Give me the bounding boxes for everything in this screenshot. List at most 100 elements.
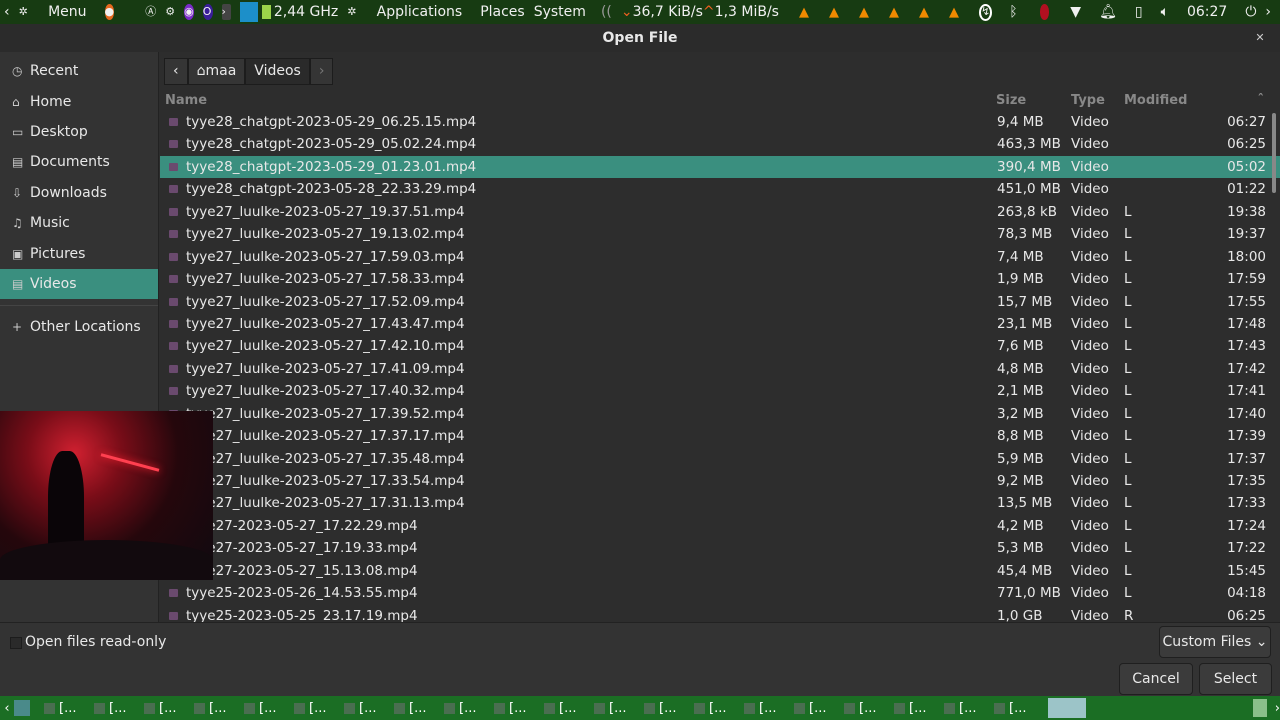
column-name[interactable]: Name xyxy=(165,93,207,108)
taskbar-window-button[interactable]: [... xyxy=(838,701,888,716)
file-list[interactable]: Name Size Type Modified ˆ tyye28_chatgpt… xyxy=(160,90,1280,622)
firefox-icon[interactable]: ● xyxy=(104,4,115,20)
sidebar-item-downloads[interactable]: ⇩ Downloads xyxy=(0,178,158,208)
taskbar-window-button[interactable]: [... xyxy=(288,701,338,716)
file-row[interactable]: tyye27_luulke-2023-05-27_17.39.52.mp4 3,… xyxy=(160,403,1280,425)
taskbar-window-button[interactable]: [... xyxy=(88,701,138,716)
file-row[interactable]: tyye28_chatgpt-2023-05-29_05.02.24.mp4 4… xyxy=(160,133,1280,155)
taskbar-window-button[interactable]: [... xyxy=(538,701,588,716)
file-row[interactable]: tyye28_chatgpt-2023-05-28_22.33.29.mp4 4… xyxy=(160,178,1280,200)
taskbar-window-button[interactable]: [... xyxy=(688,701,738,716)
taskbar-window-button[interactable]: [... xyxy=(438,701,488,716)
select-button[interactable]: Select xyxy=(1199,663,1272,695)
file-row[interactable]: tyye27_luulke-2023-05-27_19.37.51.mp4 26… xyxy=(160,201,1280,223)
file-row[interactable]: tyye27-2023-05-27_17.22.29.mp4 4,2 MB Vi… xyxy=(160,515,1280,537)
sidebar-item-videos[interactable]: ▤ Videos xyxy=(0,268,158,300)
scrollbar[interactable] xyxy=(1272,113,1276,193)
vlc-icon[interactable]: ▲ xyxy=(799,5,809,20)
file-row[interactable]: tyye27_luulke-2023-05-27_17.52.09.mp4 15… xyxy=(160,291,1280,313)
cancel-button[interactable]: Cancel xyxy=(1119,663,1193,695)
record-icon[interactable] xyxy=(1039,4,1050,20)
path-back-button[interactable]: ‹ xyxy=(164,58,188,85)
menu-button[interactable]: ✲ Menu xyxy=(19,4,96,20)
sidebar-item-music[interactable]: ♫ Music xyxy=(0,208,158,238)
taskbar-right-arrow[interactable]: › xyxy=(1275,701,1280,716)
readonly-label[interactable]: Open files read-only xyxy=(25,634,166,650)
xkill-icon[interactable]: ↯ xyxy=(978,3,993,21)
panel-right-arrow[interactable]: › xyxy=(1265,4,1271,20)
clock[interactable]: 06:27 xyxy=(1187,4,1227,20)
file-row[interactable]: tyye27_luulke-2023-05-27_17.37.17.mp4 8,… xyxy=(160,425,1280,447)
notification-icon[interactable]: 🔔︎ xyxy=(1099,4,1117,20)
system-monitor-graph[interactable] xyxy=(240,2,259,22)
file-row[interactable]: tyye27_luulke-2023-05-27_17.43.47.mp4 23… xyxy=(160,313,1280,335)
taskbar-window-button[interactable]: [... xyxy=(588,701,638,716)
active-window-button[interactable] xyxy=(1048,698,1086,718)
file-filter-dropdown[interactable]: Custom Files ⌄ xyxy=(1159,626,1271,658)
taskbar-window-button[interactable]: [... xyxy=(938,701,988,716)
file-row[interactable]: tyye25-2023-05-25_23.17.19.mp4 1,0 GB Vi… xyxy=(160,605,1280,622)
file-row[interactable]: tyye28_chatgpt-2023-05-29_01.23.01.mp4 3… xyxy=(160,155,1280,179)
settings-icon[interactable]: ⚙ xyxy=(165,4,175,20)
file-row[interactable]: tyye27-2023-05-27_15.13.08.mp4 45,4 MB V… xyxy=(160,560,1280,582)
podcast-icon[interactable]: ◉ xyxy=(184,4,194,20)
show-desktop-icon[interactable] xyxy=(14,700,30,716)
opera-icon[interactable]: O xyxy=(202,4,213,20)
file-row[interactable]: tyye27-2023-05-27_17.19.33.mp4 5,3 MB Vi… xyxy=(160,537,1280,559)
path-videos-button[interactable]: Videos xyxy=(245,58,310,85)
file-row[interactable]: tyye27_luulke-2023-05-27_17.59.03.mp4 7,… xyxy=(160,246,1280,268)
power-icon[interactable]: ⏻ xyxy=(1245,4,1256,20)
file-row[interactable]: tyye27_luulke-2023-05-27_17.35.48.mp4 5,… xyxy=(160,448,1280,470)
panel-left-arrow[interactable]: ‹ xyxy=(4,4,10,20)
taskbar-window-button[interactable]: [... xyxy=(388,701,438,716)
file-row[interactable]: tyye27_luulke-2023-05-27_17.31.13.mp4 13… xyxy=(160,492,1280,514)
taskbar-window-button[interactable]: [... xyxy=(338,701,388,716)
system-menu[interactable]: System xyxy=(534,4,586,20)
taskbar-window-button[interactable]: [... xyxy=(38,701,88,716)
taskbar-window-button[interactable]: [... xyxy=(488,701,538,716)
file-row[interactable]: tyye27_luulke-2023-05-27_17.42.10.mp4 7,… xyxy=(160,335,1280,357)
file-row[interactable]: tyye27_luulke-2023-05-27_17.58.33.mp4 1,… xyxy=(160,268,1280,290)
sidebar-item-documents[interactable]: ▤ Documents xyxy=(0,147,158,177)
taskbar-window-button[interactable]: [... xyxy=(138,701,188,716)
trash-icon[interactable] xyxy=(1252,699,1267,717)
sidebar-item-other-locations[interactable]: + Other Locations xyxy=(0,312,158,342)
sidebar-item-recent[interactable]: ◷ Recent xyxy=(0,56,158,86)
taskbar-window-button[interactable]: [... xyxy=(988,701,1038,716)
path-forward-button[interactable]: › xyxy=(309,58,334,85)
places-menu[interactable]: Places xyxy=(480,4,525,20)
vlc-icon[interactable]: ▲ xyxy=(859,5,869,20)
sort-ascending-icon[interactable]: ˆ xyxy=(1258,93,1265,108)
terminal-icon[interactable]: › xyxy=(221,4,232,20)
column-modified[interactable]: Modified xyxy=(1124,93,1187,108)
file-row[interactable]: tyye27_luulke-2023-05-27_17.40.32.mp4 2,… xyxy=(160,380,1280,402)
volume-icon[interactable]: 🔈︎ xyxy=(1161,4,1169,20)
applications-menu[interactable]: ✲ Applications xyxy=(347,4,471,20)
vlc-icon[interactable]: ▲ xyxy=(919,5,929,20)
file-row[interactable]: tyye27_luulke-2023-05-27_17.33.54.mp4 9,… xyxy=(160,470,1280,492)
close-icon[interactable]: ✕ xyxy=(1252,30,1268,46)
sidebar-item-home[interactable]: ⌂ Home xyxy=(0,86,158,116)
taskbar-left-arrow[interactable]: ‹ xyxy=(0,701,14,716)
vlc-icon[interactable]: ▲ xyxy=(829,5,839,20)
vlc-icon[interactable]: ▲ xyxy=(889,5,899,20)
file-row[interactable]: tyye27_luulke-2023-05-27_17.41.09.mp4 4,… xyxy=(160,358,1280,380)
wifi-icon[interactable]: ▼ xyxy=(1070,4,1081,20)
taskbar-window-button[interactable]: [... xyxy=(888,701,938,716)
taskbar-window-button[interactable]: [... xyxy=(238,701,288,716)
taskbar-window-button[interactable]: [... xyxy=(188,701,238,716)
file-row[interactable]: tyye27_luulke-2023-05-27_19.13.02.mp4 78… xyxy=(160,223,1280,245)
file-row[interactable]: tyye28_chatgpt-2023-05-29_06.25.15.mp4 9… xyxy=(160,111,1280,133)
column-type[interactable]: Type xyxy=(1071,93,1105,108)
bluetooth-icon[interactable]: ᛒ xyxy=(1009,4,1017,20)
sidebar-item-pictures[interactable]: ▣ Pictures xyxy=(0,238,158,268)
file-row[interactable]: tyye25-2023-05-26_14.53.55.mp4 771,0 MB … xyxy=(160,582,1280,604)
readonly-checkbox[interactable] xyxy=(10,637,22,649)
search-app-icon[interactable]: Ⓐ xyxy=(145,4,156,20)
column-size[interactable]: Size xyxy=(996,93,1026,108)
vlc-icon[interactable]: ▲ xyxy=(949,5,959,20)
taskbar-window-button[interactable]: [... xyxy=(638,701,688,716)
taskbar-window-button[interactable]: [... xyxy=(788,701,838,716)
battery-icon[interactable]: ▯ xyxy=(1135,4,1143,20)
taskbar-window-button[interactable]: [... xyxy=(738,701,788,716)
